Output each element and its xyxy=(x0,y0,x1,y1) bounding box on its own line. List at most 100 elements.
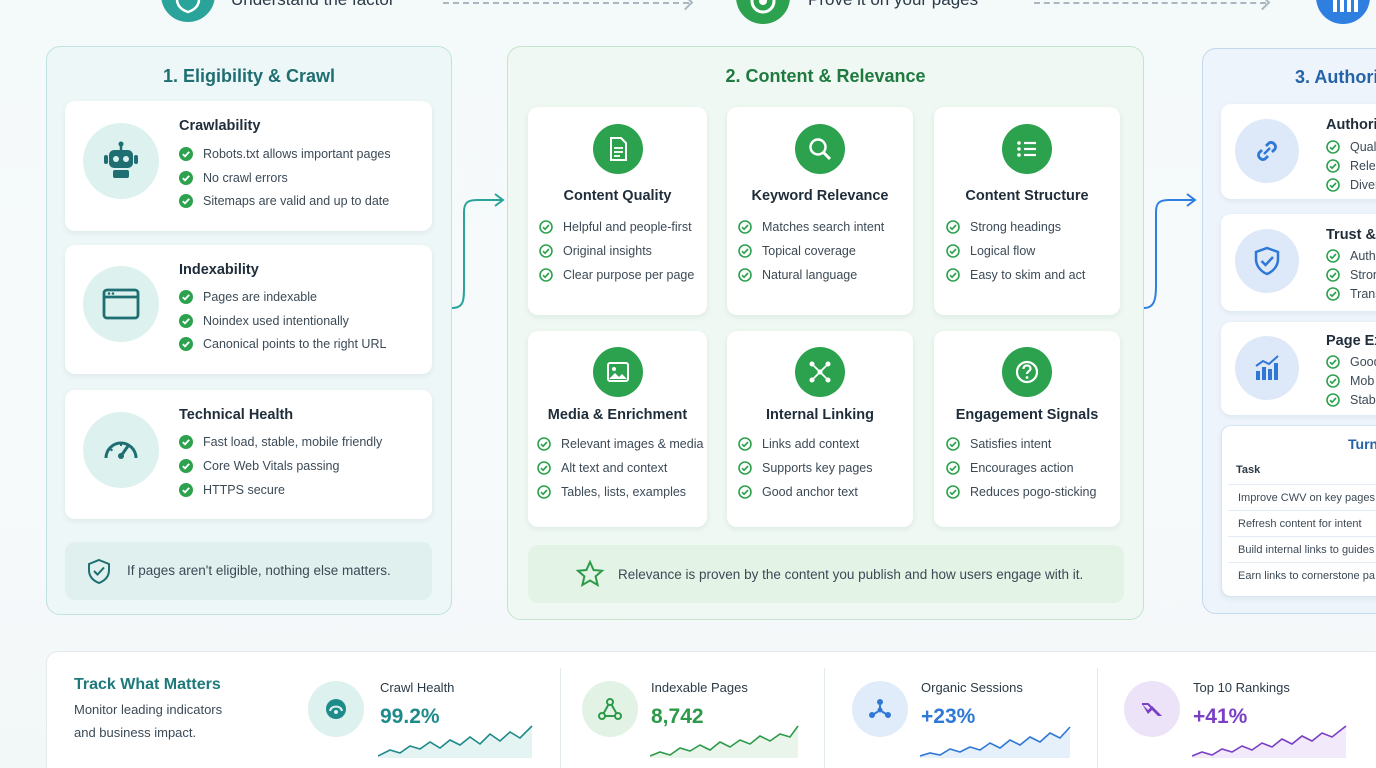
indexable-pages-icon xyxy=(582,681,638,737)
task-row: Build internal links to guides xyxy=(1238,544,1375,556)
check-icon xyxy=(1326,374,1340,388)
search-icon xyxy=(795,124,845,174)
check-icon xyxy=(946,437,960,451)
track-title: Track What Matters xyxy=(74,676,221,693)
check-item: Encourages action xyxy=(946,461,1074,475)
check-item: Easy to skim and act xyxy=(946,268,1085,282)
check-item: Tables, lists, examples xyxy=(537,485,686,499)
content-structure-card: Content Structure Strong headings Logica… xyxy=(934,107,1120,315)
eligibility-crawl-panel: 1. Eligibility & Crawl Crawlability Robo… xyxy=(46,46,452,615)
check-icon xyxy=(1326,249,1340,263)
card-title: Media & Enrichment xyxy=(547,407,688,423)
trust-card: Trust & Auth Stron Trans xyxy=(1221,214,1376,311)
rankings-icon xyxy=(1124,681,1180,737)
task-row: Earn links to cornerstone pa xyxy=(1238,570,1375,582)
check-icon xyxy=(738,461,752,475)
connector-arrow-2 xyxy=(1143,193,1197,309)
question-icon xyxy=(1002,347,1052,397)
check-icon xyxy=(738,268,752,282)
check-item: Helpful and people-first xyxy=(539,220,692,234)
check-icon xyxy=(1326,178,1340,192)
shield-check-icon xyxy=(1235,229,1299,293)
track-subtitle-2: and business impact. xyxy=(74,725,197,740)
card-title: Authori xyxy=(1326,117,1376,133)
check-icon xyxy=(738,485,752,499)
bar-chart-icon xyxy=(1235,336,1299,400)
check-item: No crawl errors xyxy=(179,171,288,185)
check-item: Auth xyxy=(1326,249,1376,263)
browser-window-icon xyxy=(83,266,159,342)
card-title: Page Ex xyxy=(1326,333,1376,349)
document-icon xyxy=(592,124,643,174)
check-icon xyxy=(179,314,193,328)
card-title: Trust & xyxy=(1326,227,1376,243)
check-icon xyxy=(946,220,960,234)
check-icon xyxy=(1326,355,1340,369)
check-item: Logical flow xyxy=(946,244,1035,258)
check-item: Links add context xyxy=(738,437,859,451)
check-icon xyxy=(179,147,193,161)
check-icon xyxy=(946,244,960,258)
media-enrichment-card: Media & Enrichment Relevant images & med… xyxy=(528,331,707,527)
card-title: Crawlability xyxy=(179,118,261,134)
card-title: Engagement Signals xyxy=(955,407,1099,423)
check-item: Stron xyxy=(1326,268,1376,282)
check-icon xyxy=(179,459,193,473)
panel-title: 3. Authori xyxy=(1295,67,1376,87)
check-item: Robots.txt allows important pages xyxy=(179,147,391,161)
check-icon xyxy=(946,268,960,282)
indexable-pages-sparkline xyxy=(650,725,799,758)
page-experience-card: Page Ex Good Mob Stab xyxy=(1221,322,1376,415)
check-icon xyxy=(1326,268,1340,282)
check-item: Natural language xyxy=(738,268,857,282)
metric-divider xyxy=(560,668,561,768)
image-icon xyxy=(592,347,643,397)
check-icon xyxy=(1326,393,1340,407)
check-item: Core Web Vitals passing xyxy=(179,459,339,473)
check-icon xyxy=(946,485,960,499)
organic-sessions-icon xyxy=(852,681,908,737)
check-item: Topical coverage xyxy=(738,244,856,258)
card-title: Content Structure xyxy=(965,188,1089,204)
check-icon xyxy=(179,290,193,304)
check-item: Pages are indexable xyxy=(179,290,317,304)
check-icon xyxy=(539,220,553,234)
authority-panel: 3. Authori Authori Qual Relev Diver Trus… xyxy=(1202,48,1376,614)
speedometer-icon xyxy=(83,412,159,488)
check-icon xyxy=(179,194,193,208)
check-item: Clear purpose per page xyxy=(539,268,694,282)
metric-divider xyxy=(824,668,825,768)
card-title: Internal Linking xyxy=(766,407,874,423)
engagement-signals-card: Engagement Signals Satisfies intent Enco… xyxy=(934,331,1120,527)
check-item: Trans xyxy=(1326,287,1376,301)
crawl-health-icon xyxy=(308,681,364,737)
check-item: Canonical points to the right URL xyxy=(179,337,386,351)
keyword-relevance-card: Keyword Relevance Matches search intent … xyxy=(727,107,913,315)
task-row: Refresh content for intent xyxy=(1238,518,1362,530)
internal-linking-card: Internal Linking Links add context Suppo… xyxy=(727,331,913,527)
indexability-card: Indexability Pages are indexable Noindex… xyxy=(65,245,432,374)
star-icon xyxy=(575,559,605,588)
check-icon xyxy=(738,244,752,258)
metric-label: Crawl Health xyxy=(380,680,455,695)
technical-health-card: Technical Health Fast load, stable, mobi… xyxy=(65,390,432,519)
check-item: Matches search intent xyxy=(738,220,884,234)
authority-card: Authori Qual Relev Diver xyxy=(1221,104,1376,199)
eligibility-note: If pages aren't eligible, nothing else m… xyxy=(65,542,432,600)
list-icon xyxy=(1002,124,1052,174)
check-icon xyxy=(1326,140,1340,154)
check-icon xyxy=(738,437,752,451)
step-arrow-2 xyxy=(1034,2,1266,4)
note-text: If pages aren't eligible, nothing else m… xyxy=(127,563,391,578)
check-icon xyxy=(1326,287,1340,301)
check-item: Relev xyxy=(1326,159,1376,173)
check-item: Original insights xyxy=(539,244,652,258)
check-icon xyxy=(539,244,553,258)
check-item: Diver xyxy=(1326,178,1376,192)
link-icon xyxy=(1235,119,1299,183)
check-item: Good xyxy=(1326,355,1376,369)
check-icon xyxy=(539,268,553,282)
track-subtitle-1: Monitor leading indicators xyxy=(74,702,223,717)
check-icon xyxy=(946,461,960,475)
check-item: Mob xyxy=(1326,374,1374,388)
